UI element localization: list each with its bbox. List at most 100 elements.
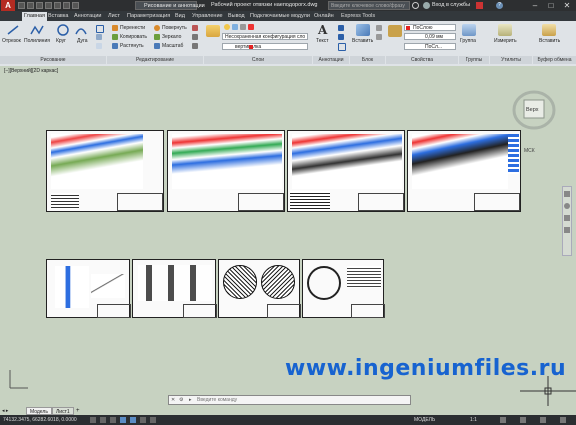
exchange-icon[interactable] xyxy=(476,2,483,9)
grid-icon[interactable] xyxy=(90,417,96,423)
tab-online[interactable]: Онлайн xyxy=(312,12,336,21)
panel-layers-title[interactable]: Слои xyxy=(204,56,312,64)
tab-model[interactable]: Модель xyxy=(26,407,52,415)
drawing-sheet-4[interactable] xyxy=(407,130,521,212)
close-button[interactable]: ✕ xyxy=(559,0,575,11)
layer-state-combo[interactable]: Несохраненная конфигурация сло xyxy=(222,33,308,40)
workspace-switch-icon[interactable] xyxy=(500,417,506,423)
clean-screen-icon[interactable] xyxy=(540,417,546,423)
save-file-icon[interactable] xyxy=(36,2,43,9)
customize-status-icon[interactable] xyxy=(560,417,566,423)
create-block-icon[interactable] xyxy=(376,25,382,31)
signin-link[interactable]: Вход в службы xyxy=(432,2,470,8)
command-line[interactable]: ✕ ⚙ ▸ xyxy=(168,395,411,405)
tab-express-tools[interactable]: Express Tools xyxy=(339,12,377,21)
tab-sheet1[interactable]: Лист1 xyxy=(52,407,74,415)
drawing-sheet-3[interactable] xyxy=(287,130,405,212)
tab-home[interactable]: Главная xyxy=(22,12,47,21)
tab-manage[interactable]: Управление xyxy=(190,12,225,21)
drawing-sheet-8[interactable] xyxy=(302,259,385,318)
maximize-button[interactable]: □ xyxy=(543,0,559,11)
panel-annotation-title[interactable]: Аннотации xyxy=(313,56,349,64)
rotate-tool-label[interactable]: Повернуть xyxy=(162,25,187,31)
fillet-icon[interactable] xyxy=(192,34,198,40)
add-layout-icon[interactable]: + xyxy=(76,407,80,415)
lineweight-combo[interactable]: 0,09 мм xyxy=(404,33,456,40)
panel-block-title[interactable]: Блок xyxy=(350,56,385,64)
osnap-icon[interactable] xyxy=(130,417,136,423)
panel-properties-title[interactable]: Свойства xyxy=(386,56,458,64)
scale-icon[interactable] xyxy=(154,43,160,49)
app-logo-icon[interactable]: A xyxy=(1,0,15,11)
hatch-icon[interactable] xyxy=(96,34,102,40)
command-close-icon[interactable]: ✕ xyxy=(171,396,175,404)
plot-icon[interactable] xyxy=(54,2,61,9)
command-input[interactable] xyxy=(197,396,397,404)
coordinate-readout[interactable]: 74132.3475, 66282.6018, 0.0000 xyxy=(3,417,77,423)
leader-icon[interactable] xyxy=(338,34,344,40)
minimize-button[interactable]: – xyxy=(527,0,543,11)
panel-clipboard-title[interactable]: Буфер обмена xyxy=(533,56,576,64)
copy-icon[interactable] xyxy=(112,34,118,40)
command-customize-icon[interactable]: ⚙ xyxy=(179,396,183,404)
layer-properties-icon[interactable] xyxy=(206,25,220,37)
pan-icon[interactable] xyxy=(564,191,570,197)
polar-icon[interactable] xyxy=(120,417,126,423)
viewcube-wcs[interactable]: МСК xyxy=(524,148,535,154)
tab-output[interactable]: Вывод xyxy=(226,12,247,21)
tab-parametric[interactable]: Параметризация xyxy=(125,12,172,21)
new-file-icon[interactable] xyxy=(18,2,25,9)
move-tool-label[interactable]: Перенести xyxy=(120,25,145,31)
gradient-icon[interactable] xyxy=(96,43,102,49)
redo-icon[interactable] xyxy=(72,2,79,9)
rotate-icon[interactable] xyxy=(154,25,160,31)
user-icon[interactable] xyxy=(423,2,430,9)
lineweight-icon[interactable] xyxy=(150,417,156,423)
save-as-icon[interactable] xyxy=(45,2,52,9)
panel-modify-title[interactable]: Редактирование xyxy=(107,56,203,64)
search-box[interactable]: Введите ключевое слово/фразу xyxy=(328,1,410,10)
otrack-icon[interactable] xyxy=(140,417,146,423)
space-indicator[interactable]: МОДЕЛЬ xyxy=(414,417,435,423)
drawing-sheet-5[interactable] xyxy=(46,259,131,318)
tab-addins[interactable]: Подключаемые модули xyxy=(248,12,312,21)
drawing-sheet-7[interactable] xyxy=(218,259,301,318)
tab-insert[interactable]: Вставка xyxy=(46,12,70,21)
mirror-icon[interactable] xyxy=(154,34,160,40)
mirror-tool-label[interactable]: Зеркало xyxy=(162,34,181,40)
lock-ui-icon[interactable] xyxy=(520,417,526,423)
drawing-canvas[interactable]: [−][Верхний][2D каркас] Верх МСК www.ing… xyxy=(0,66,576,407)
panel-groups-title[interactable]: Группы xyxy=(459,56,489,64)
layer-freeze-icon[interactable] xyxy=(232,24,238,30)
open-file-icon[interactable] xyxy=(27,2,34,9)
linetype-combo[interactable]: ПоСл... xyxy=(404,43,456,50)
stretch-tool-label[interactable]: Растянуть xyxy=(120,43,144,49)
drawing-sheet-1[interactable] xyxy=(46,130,164,212)
undo-icon[interactable] xyxy=(63,2,70,9)
edit-block-icon[interactable] xyxy=(376,34,382,40)
tab-annotate[interactable]: Аннотации xyxy=(72,12,104,21)
tab-layout[interactable]: Лист xyxy=(106,12,122,21)
help-icon[interactable]: ? xyxy=(496,2,503,9)
array-icon[interactable] xyxy=(192,43,198,49)
annotation-scale[interactable]: 1:1 xyxy=(470,417,477,423)
viewcube-top-face[interactable]: Верх xyxy=(526,107,538,113)
dimension-icon[interactable] xyxy=(338,25,344,31)
layer-lock-icon[interactable] xyxy=(240,24,246,30)
ortho-icon[interactable] xyxy=(110,417,116,423)
drawing-sheet-2[interactable] xyxy=(167,130,285,212)
zoom-icon[interactable] xyxy=(564,203,570,209)
rectangle-icon[interactable] xyxy=(96,25,104,33)
panel-utilities-title[interactable]: Утилиты xyxy=(490,56,532,64)
search-icon[interactable] xyxy=(412,2,419,9)
table-icon[interactable] xyxy=(338,43,346,51)
current-layer-combo[interactable]: вертикалка xyxy=(222,43,308,50)
layer-color-icon[interactable] xyxy=(248,24,254,30)
showmotion-icon[interactable] xyxy=(564,227,570,233)
scale-tool-label[interactable]: Масштаб xyxy=(162,43,183,49)
snap-icon[interactable] xyxy=(100,417,106,423)
viewport-controls[interactable]: [−][Верхний][2D каркас] xyxy=(4,68,58,74)
move-icon[interactable] xyxy=(112,25,118,31)
color-combo[interactable]: ПоСлою xyxy=(404,24,456,31)
workspace-dropdown[interactable]: Рисование и аннотации xyxy=(135,1,205,10)
